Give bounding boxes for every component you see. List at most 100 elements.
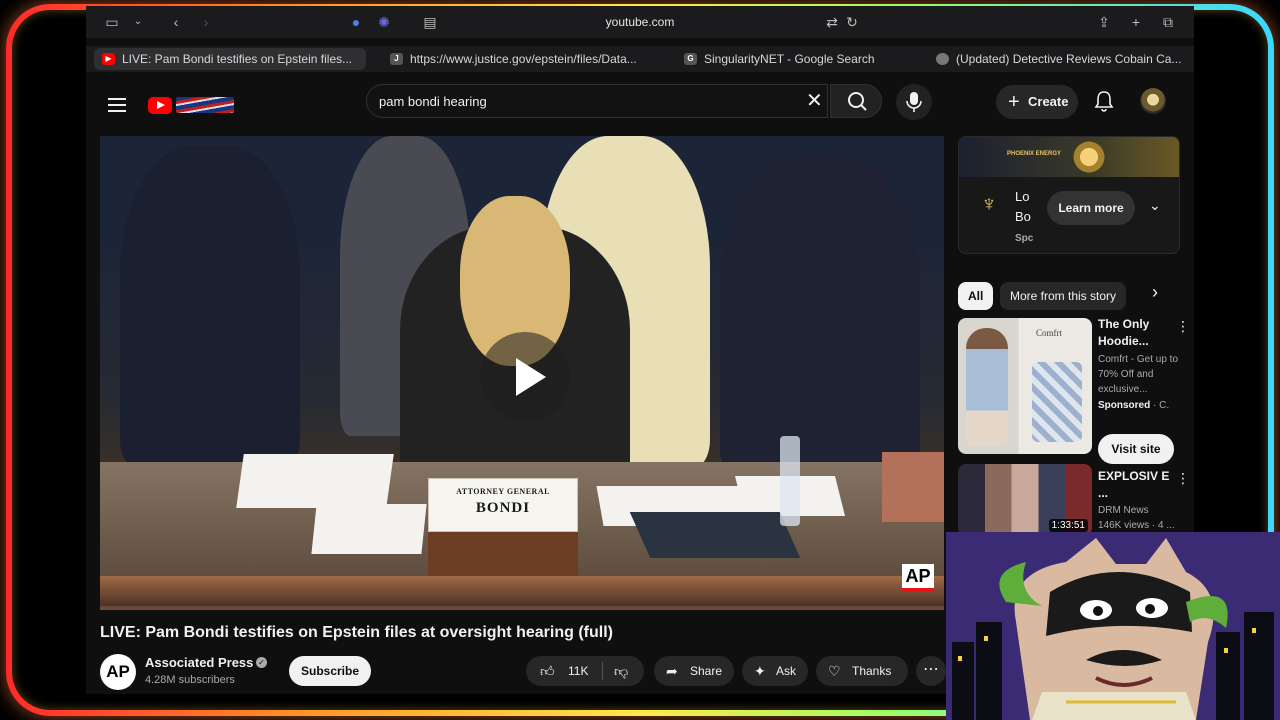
video-player[interactable]: ATTORNEY GENERAL BONDI AP <box>100 136 944 610</box>
document-stack <box>236 454 394 508</box>
desk-edge <box>100 576 944 606</box>
like-count[interactable]: 11K <box>568 656 588 686</box>
streamer-cartoon-overlay <box>946 532 1280 720</box>
tab-overview-icon[interactable]: ⧉ <box>1160 14 1176 30</box>
voice-search-button[interactable] <box>896 84 932 120</box>
browser-toolbar: ▭ ⌄ ‹ › ● ✺ ▤ youtube.com ⇄ ↻ ⇪ + ⧉ <box>86 6 1194 38</box>
translate-icon[interactable]: ⇄ <box>824 14 840 30</box>
rec-meta: Comfrt - Get up to 70% Off and exclusive… <box>1098 354 1179 395</box>
kebab-menu-icon[interactable]: ⋮ <box>1176 318 1190 335</box>
search-button[interactable] <box>830 84 882 118</box>
visit-site-button[interactable]: Visit site <box>1098 434 1174 464</box>
verified-badge-icon: ✓ <box>256 657 267 668</box>
youtube-logo-icon[interactable] <box>148 97 172 114</box>
like-icon[interactable]: 👍︎ <box>540 656 555 686</box>
youtube-header: ✕ + Create <box>86 76 1194 134</box>
menu-icon[interactable] <box>108 98 126 112</box>
tab-youtube[interactable]: ▶ LIVE: Pam Bondi testifies on Epstein f… <box>94 48 366 70</box>
sponsored-suffix: · C. <box>1153 400 1170 411</box>
video-duration: 1:33:51 <box>1048 519 1088 532</box>
ad-card[interactable]: PHOENIX ENERGY ♆ Lo Bo Spc Learn more ⌄ <box>958 136 1180 254</box>
sponsored-text: Sponsored <box>1098 400 1151 411</box>
plus-icon: + <box>1008 91 1020 113</box>
file-box <box>882 452 944 522</box>
phoenix-crest-icon <box>1071 139 1107 175</box>
create-label: Create <box>1028 94 1069 109</box>
hoodie-product <box>1032 362 1082 442</box>
document <box>311 504 427 554</box>
nameplate-stand <box>428 532 578 578</box>
tab-justice-gov[interactable]: J https://www.justice.gov/epstein/files/… <box>382 48 644 70</box>
video-title: LIVE: Pam Bondi testifies on Epstein fil… <box>100 624 613 641</box>
nameplate-line1: ATTORNEY GENERAL <box>456 487 550 496</box>
tab-detective-reviews[interactable]: (Updated) Detective Reviews Cobain Ca... <box>928 48 1188 70</box>
share-icon[interactable]: ⇪ <box>1096 14 1112 30</box>
kebab-menu-icon[interactable]: ⋮ <box>1176 470 1190 487</box>
channel-avatar[interactable]: AP <box>100 654 136 690</box>
share-button[interactable]: ➦ Share <box>654 656 734 686</box>
rec-thumbnail[interactable]: 1:33:51 <box>958 464 1092 536</box>
rec-title[interactable]: The Only Hoodie... <box>1098 316 1176 350</box>
ad-banner: PHOENIX ENERGY <box>959 137 1179 177</box>
search-icon <box>848 92 867 111</box>
subscriber-count: 4.28M subscribers <box>145 674 235 686</box>
address-bar-url[interactable]: youtube.com <box>86 15 1194 29</box>
share-arrow-icon: ➦ <box>666 663 678 679</box>
rec-channel: DRM News <box>1098 505 1149 516</box>
ad-sponsor-label: Spc <box>1015 233 1034 244</box>
new-tab-icon[interactable]: + <box>1128 14 1144 30</box>
channel-name[interactable]: Associated Press <box>145 655 253 670</box>
binder <box>629 512 801 558</box>
play-button-icon[interactable] <box>480 332 570 422</box>
tab-favicon: G <box>684 53 697 65</box>
youtube-icon: ▶ <box>102 53 115 65</box>
nameplate-line2: BONDI <box>475 500 531 516</box>
dislike-icon[interactable]: 👎︎ <box>614 656 628 686</box>
rec-title[interactable]: EXPLOSIV E ... <box>1098 468 1176 502</box>
ask-button[interactable]: ✦ Ask <box>742 656 808 686</box>
tab-bar: ▶ LIVE: Pam Bondi testifies on Epstein f… <box>86 46 1194 72</box>
phoenix-logo-icon: ♆ <box>980 191 998 216</box>
thanks-button[interactable]: ♡ Thanks <box>816 656 908 686</box>
rec-brand: Comfrt <box>1036 328 1062 338</box>
subscribe-button[interactable]: Subscribe <box>289 656 371 686</box>
tab-label: LIVE: Pam Bondi testifies on Epstein fil… <box>122 52 353 66</box>
learn-more-button[interactable]: Learn more <box>1047 191 1135 225</box>
pill-divider <box>602 662 603 680</box>
rec-views: 146K views · 4 ... <box>1098 520 1175 531</box>
chip-more-from-story[interactable]: More from this story <box>1000 282 1127 310</box>
cartoon-avatar-illustration <box>946 532 1280 720</box>
more-actions-icon[interactable]: ⋯ <box>916 656 946 686</box>
ad-title-line1: Lo <box>1015 189 1030 204</box>
ad-title-line2: Bo <box>1015 209 1031 224</box>
doodle-logo[interactable] <box>176 97 234 113</box>
ap-watermark: AP <box>902 564 934 592</box>
search-input[interactable] <box>379 85 789 117</box>
nameplate: ATTORNEY GENERAL BONDI <box>428 478 578 532</box>
tab-label: (Updated) Detective Reviews Cobain Ca... <box>956 52 1182 66</box>
tab-google-search[interactable]: G SingularityNET - Google Search <box>676 48 886 70</box>
person-silhouette <box>120 146 300 466</box>
thanks-heart-icon: ♡ <box>828 663 841 679</box>
tab-label: SingularityNET - Google Search <box>704 52 875 66</box>
notifications-bell-icon[interactable] <box>1094 90 1114 112</box>
account-avatar[interactable] <box>1140 88 1166 114</box>
water-bottle <box>780 436 800 526</box>
rec-sponsored-label: Sponsored · C. <box>1098 398 1180 413</box>
search-box <box>366 84 828 118</box>
person-silhouette <box>720 156 920 476</box>
site-icon <box>936 53 949 65</box>
create-button[interactable]: + Create <box>996 85 1078 119</box>
clear-search-icon[interactable]: ✕ <box>806 91 823 111</box>
sparkle-icon: ✦ <box>754 663 766 679</box>
chip-all[interactable]: All <box>958 282 994 310</box>
thanks-label: Thanks <box>852 664 892 678</box>
chevron-right-icon[interactable]: › <box>1152 282 1158 303</box>
hoodie-model <box>966 328 1008 446</box>
rec-thumbnail[interactable]: Comfrt <box>958 318 1092 454</box>
share-label: Share <box>690 664 723 678</box>
chevron-down-icon[interactable]: ⌄ <box>1149 197 1161 214</box>
reload-icon[interactable]: ↻ <box>844 14 860 30</box>
microphone-icon <box>906 92 922 112</box>
like-dislike-group: 👍︎ 11K 👎︎ <box>526 656 644 686</box>
